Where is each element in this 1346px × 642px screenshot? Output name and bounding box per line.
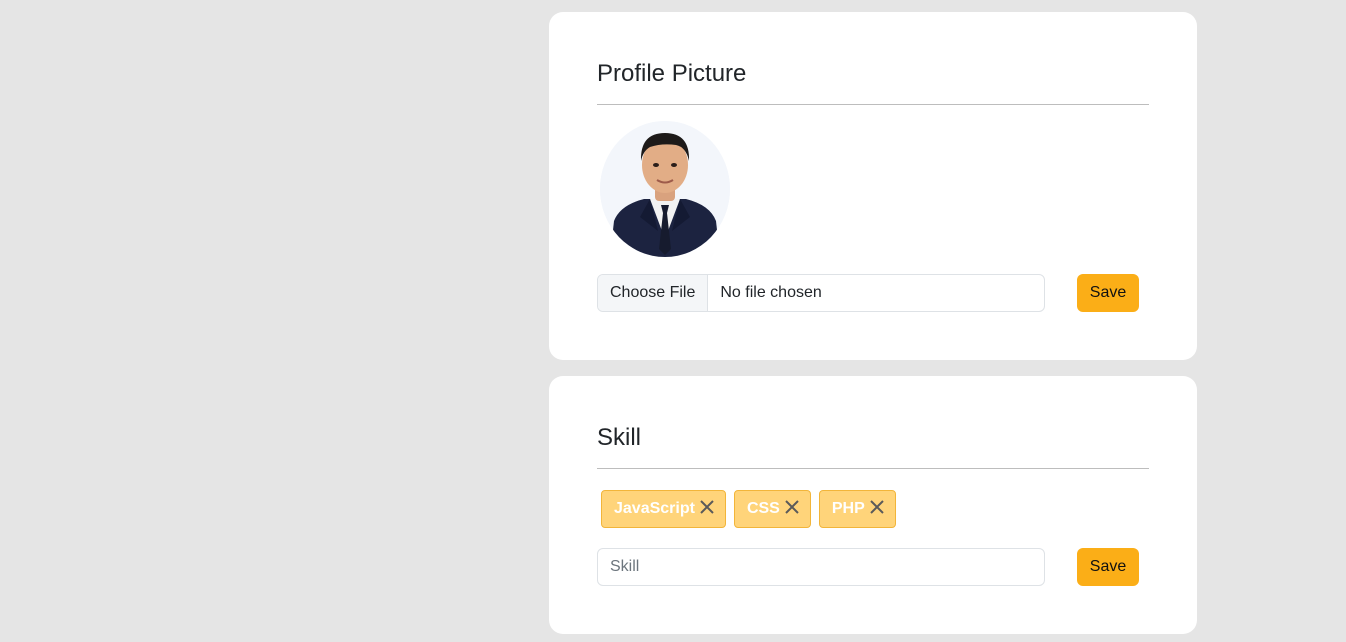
profile-picture-file-input[interactable]: Choose File No file chosen [597,274,1045,312]
skill-input[interactable] [597,548,1045,586]
skill-title: Skill [597,424,642,451]
skill-tag-label: CSS [746,500,780,517]
skill-tag: PHP [818,490,896,528]
file-status-text: No file chosen [720,284,822,301]
skill-card: Skill JavaScript CSS PHP Save [549,376,1197,634]
skill-tag-label: JavaScript [614,500,695,517]
profile-picture-card: Profile Picture Choose File No file chos… [549,12,1197,360]
avatar [600,121,730,257]
skill-tag-label: PHP [831,500,865,517]
skill-tag-list: JavaScript CSS PHP [601,490,896,528]
profile-picture-title: Profile Picture [597,60,747,87]
skill-tag: CSS [733,490,811,528]
save-profile-picture-button[interactable]: Save [1077,274,1139,312]
skill-divider [597,468,1149,469]
close-icon[interactable] [869,499,885,515]
skill-tag: JavaScript [601,490,726,528]
close-icon[interactable] [699,499,715,515]
profile-picture-divider [597,104,1149,105]
close-icon[interactable] [784,499,800,515]
save-skill-button[interactable]: Save [1077,548,1139,586]
avatar-photo [600,121,730,257]
choose-file-button[interactable]: Choose File [598,275,709,311]
